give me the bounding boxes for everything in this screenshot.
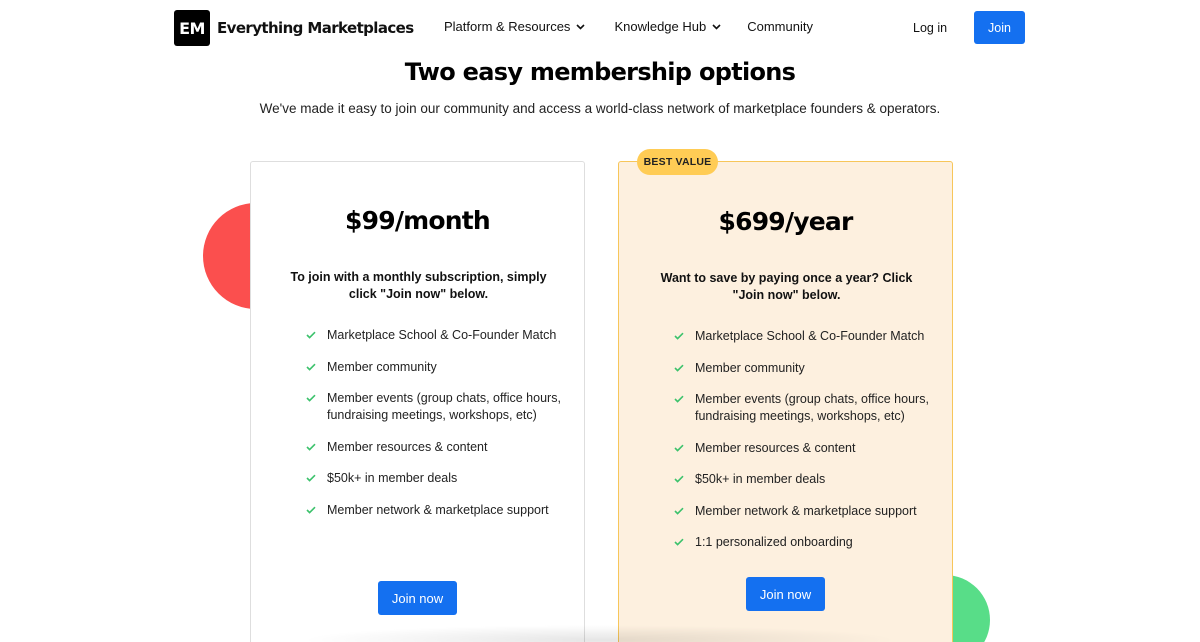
check-icon [673, 330, 685, 342]
nav-menu: Platform & Resources Knowledge Hub Commu… [444, 19, 813, 34]
feature-item: Member network & marketplace support [673, 503, 933, 520]
check-icon [673, 473, 685, 485]
feature-label: $50k+ in member deals [327, 471, 458, 485]
feature-label: Marketplace School & Co-Founder Match [327, 328, 557, 342]
plan-description: To join with a monthly subscription, sim… [290, 270, 547, 301]
feature-label: Member events (group chats, office hours… [327, 391, 561, 422]
feature-label: Marketplace School & Co-Founder Match [695, 329, 925, 343]
join-now-button[interactable]: Join now [746, 577, 825, 611]
best-value-badge: BEST VALUE [637, 149, 718, 175]
feature-label: Member resources & content [327, 439, 488, 454]
join-button[interactable]: Join [974, 11, 1025, 44]
brand-logo[interactable]: EM Everything Marketplaces [174, 10, 414, 46]
check-icon [673, 442, 685, 454]
check-icon [673, 393, 685, 405]
feature-label: Member events (group chats, office hours… [695, 392, 929, 423]
feature-item: Member community [673, 360, 933, 377]
brand-name: Everything Marketplaces [217, 19, 414, 37]
feature-item: Member resources & content [673, 440, 933, 457]
check-icon [305, 361, 317, 373]
top-nav: EM Everything Marketplaces Platform & Re… [0, 0, 1200, 56]
join-now-button[interactable]: Join now [378, 581, 457, 615]
feature-item: Member events (group chats, office hours… [305, 390, 565, 424]
feature-list: Marketplace School & Co-Founder Match Me… [305, 327, 565, 533]
check-icon [673, 505, 685, 517]
feature-label: 1:1 personalized onboarding [695, 535, 853, 549]
feature-item: Member network & marketplace support [305, 502, 565, 519]
feature-label: Member network & marketplace support [327, 502, 549, 517]
check-icon [305, 392, 317, 404]
plan-price: $699/year [718, 207, 854, 236]
feature-item: Marketplace School & Co-Founder Match [673, 328, 933, 345]
page-subtitle: We've made it easy to join our community… [259, 101, 941, 116]
check-icon [305, 504, 317, 516]
nav-item-label: Platform & Resources [444, 19, 571, 34]
nav-item-platform-resources[interactable]: Platform & Resources [444, 19, 586, 34]
feature-item: Member resources & content [305, 439, 565, 456]
nav-item-knowledge-hub[interactable]: Knowledge Hub [614, 19, 721, 34]
chevron-down-icon [576, 23, 586, 30]
plan-card-yearly: $699/year Want to save by paying once a … [618, 161, 953, 642]
check-icon [673, 536, 685, 548]
feature-label: Member community [695, 360, 805, 375]
chevron-down-icon [712, 23, 721, 30]
check-icon [305, 329, 317, 341]
check-icon [305, 472, 317, 484]
page-title: Two easy membership options [404, 58, 796, 86]
nav-item-community[interactable]: Community [747, 19, 813, 34]
plan-price: $99/month [345, 206, 491, 235]
feature-item: Member community [305, 359, 565, 376]
check-icon [673, 362, 685, 374]
nav-item-label: Knowledge Hub [614, 19, 707, 34]
feature-list: Marketplace School & Co-Founder Match Me… [673, 328, 933, 566]
feature-label: $50k+ in member deals [695, 472, 826, 486]
feature-item: $50k+ in member deals [673, 471, 933, 488]
feature-label: Member network & marketplace support [695, 503, 917, 518]
logo-mark: EM [174, 10, 210, 46]
feature-item: $50k+ in member deals [305, 470, 565, 487]
feature-item: 1:1 personalized onboarding [673, 534, 933, 551]
plan-card-monthly: $99/month To join with a monthly subscri… [250, 161, 585, 642]
feature-label: Member community [327, 359, 437, 374]
feature-label: Member resources & content [695, 440, 856, 455]
login-link[interactable]: Log in [913, 21, 947, 35]
nav-item-label: Community [747, 19, 813, 34]
feature-item: Member events (group chats, office hours… [673, 391, 933, 425]
plan-description: Want to save by paying once a year? Clic… [660, 271, 913, 302]
feature-item: Marketplace School & Co-Founder Match [305, 327, 565, 344]
check-icon [305, 441, 317, 453]
